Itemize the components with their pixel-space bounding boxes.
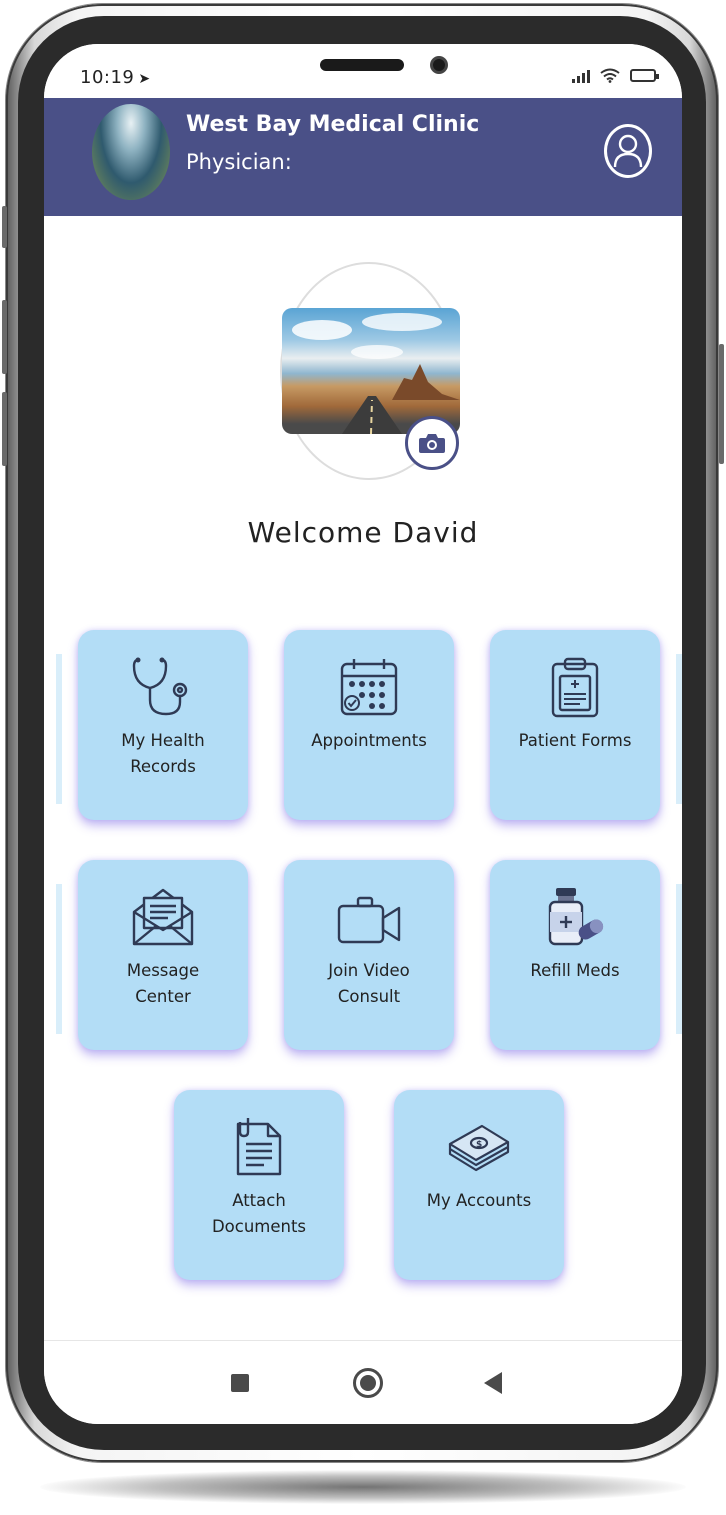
tile-label: Attach Documents [211, 1191, 307, 1236]
tile-label: Join Video Consult [328, 961, 410, 1006]
power-button [719, 344, 724, 464]
signal-icon [572, 69, 590, 83]
status-bar: 10:19 ➤ [44, 44, 682, 102]
change-photo-button[interactable] [405, 416, 459, 470]
edge-tile-right [676, 884, 682, 1034]
tile-message-center[interactable]: Message Center [78, 860, 248, 1050]
recent-apps-button[interactable] [231, 1374, 249, 1392]
tile-join-video-consult[interactable]: Join Video Consult [284, 860, 454, 1050]
status-time: 10:19 ➤ [80, 67, 151, 88]
home-button[interactable] [353, 1368, 383, 1398]
tile-label: My Accounts [426, 1191, 532, 1210]
front-camera [430, 56, 448, 74]
camera-icon [419, 434, 445, 453]
volume-up-button [2, 300, 7, 374]
back-button[interactable] [484, 1372, 502, 1394]
tile-refill-meds[interactable]: Refill Meds [490, 860, 660, 1050]
edge-tile-right [676, 654, 682, 804]
tile-label: Patient Forms [518, 731, 632, 750]
tile-my-health-records[interactable]: My Health Records [78, 630, 248, 820]
edge-tile-left [56, 654, 62, 804]
battery-icon [630, 69, 659, 82]
tile-appointments[interactable]: Appointments [284, 630, 454, 820]
screen: 10:19 ➤ West Bay Medical Clinic Physician… [44, 44, 682, 1424]
calendar-icon [340, 659, 398, 716]
physician-label: Physician: [186, 150, 292, 174]
welcome-message: Welcome David [247, 516, 479, 549]
tile-label: Message Center [126, 961, 200, 1006]
volume-down-button [2, 392, 7, 466]
android-nav-bar [44, 1340, 682, 1424]
document-icon [236, 1118, 282, 1176]
tile-label: Refill Meds [530, 961, 620, 980]
clinic-avatar [92, 104, 170, 200]
speaker-grille [320, 59, 404, 71]
clinic-name: West Bay Medical Clinic [186, 112, 480, 137]
status-icons [572, 68, 659, 83]
tile-my-accounts[interactable]: $ My Accounts [394, 1090, 564, 1280]
stethoscope-icon [132, 657, 188, 716]
wifi-icon [600, 68, 620, 83]
user-icon [613, 134, 643, 168]
envelope-icon [132, 888, 194, 946]
profile-button[interactable] [604, 124, 652, 178]
notch [184, 44, 542, 102]
mute-switch [2, 206, 7, 248]
app-header: West Bay Medical Clinic Physician: [44, 98, 682, 216]
edge-tile-left [56, 884, 62, 1034]
money-stack-icon: $ [448, 1124, 510, 1172]
medicine-bottle-icon [548, 888, 604, 946]
location-icon: ➤ [138, 71, 151, 87]
svg-text:$: $ [476, 1140, 482, 1150]
tile-attach-documents[interactable]: Attach Documents [174, 1090, 344, 1280]
clipboard-icon [551, 657, 599, 718]
video-camera-icon [337, 896, 401, 944]
tile-label: My Health Records [121, 731, 205, 776]
tile-patient-forms[interactable]: Patient Forms [490, 630, 660, 820]
tile-label: Appointments [311, 731, 427, 750]
phone-shadow [40, 1470, 686, 1504]
